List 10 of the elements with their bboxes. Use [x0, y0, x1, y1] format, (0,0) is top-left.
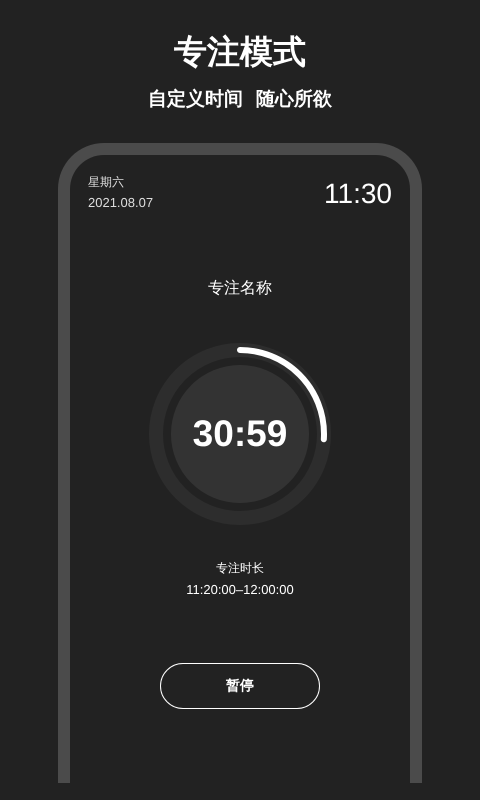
pause-button[interactable]: 暂停 — [160, 663, 320, 709]
duration-label: 专注时长 — [216, 560, 264, 577]
clock: 11:30 — [324, 177, 392, 211]
weekday: 星期六 — [88, 174, 125, 191]
headline: 专注模式 — [174, 31, 306, 73]
subheadline: 自定义时间 随心所欲 — [148, 87, 332, 112]
date: 2021.08.07 — [88, 194, 154, 212]
focus-name: 专注名称 — [208, 277, 272, 299]
timer-text: 30:59 — [192, 412, 288, 456]
duration-range: 11:20:00–12:00:00 — [186, 581, 294, 599]
